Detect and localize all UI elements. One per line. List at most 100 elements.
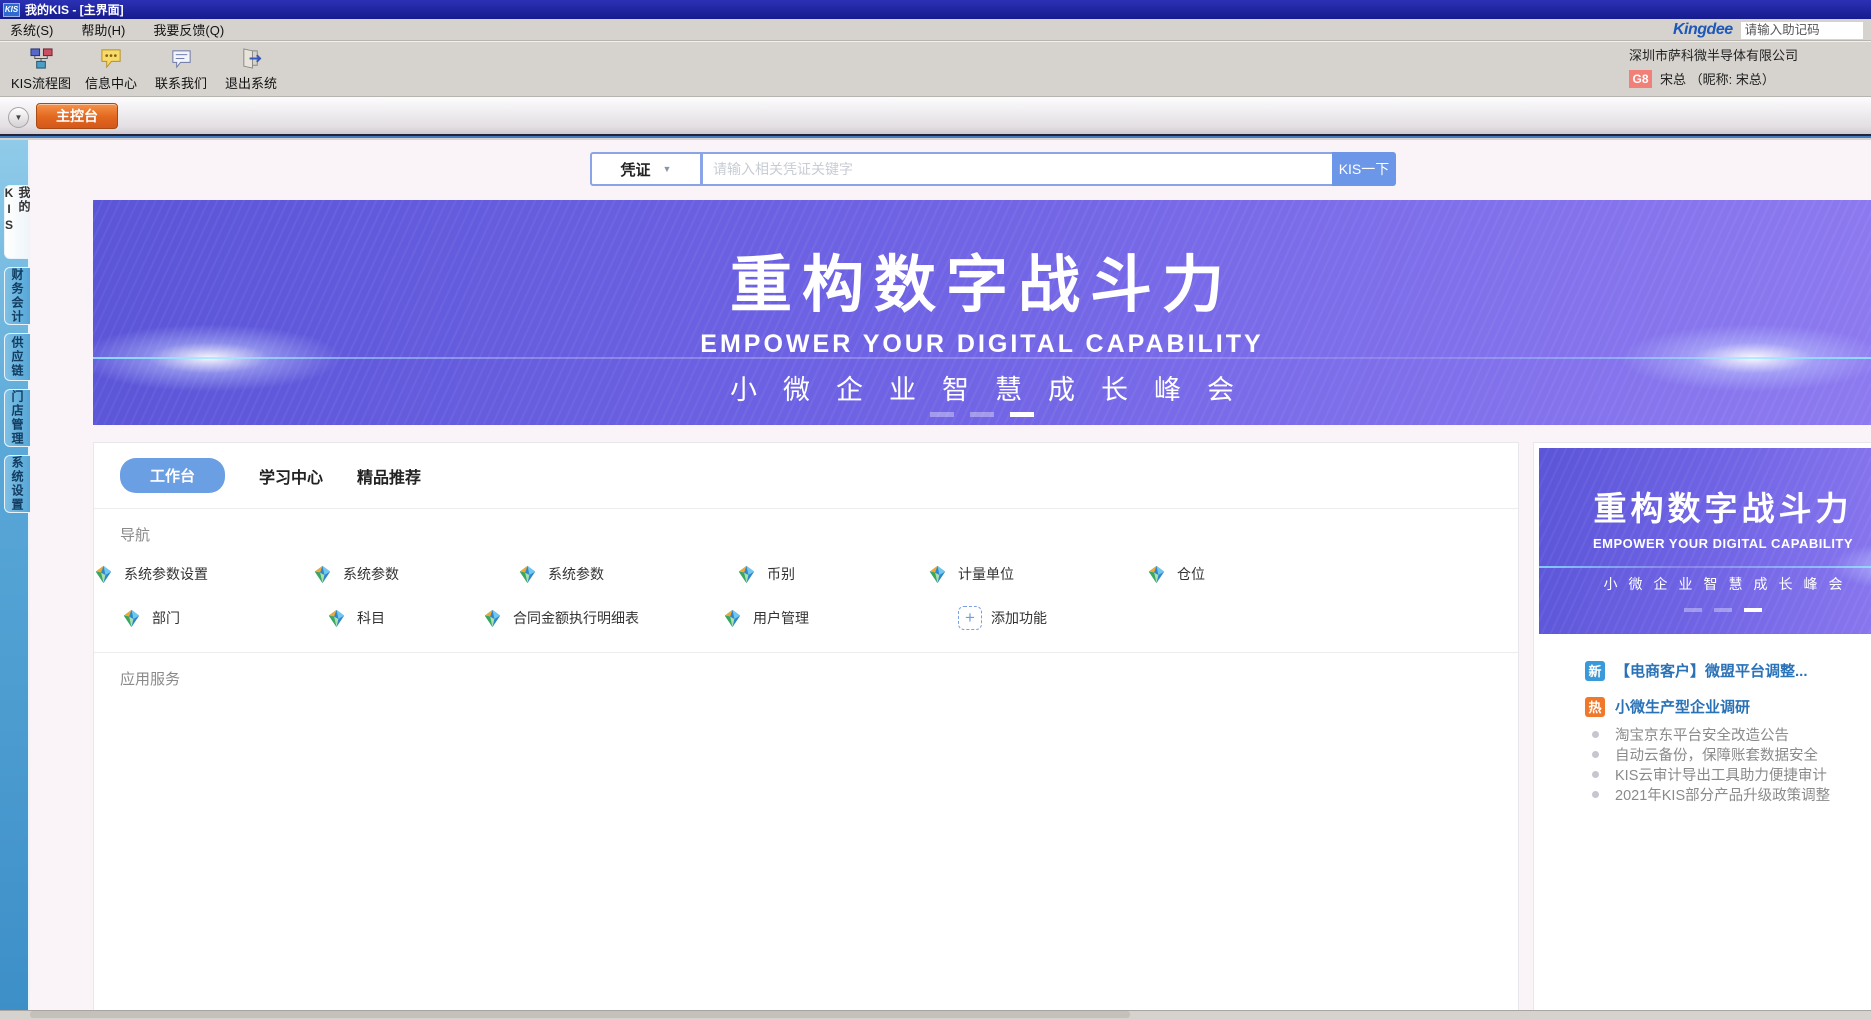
tab-console[interactable]: 主控台 [36,103,118,129]
flowchart-button[interactable]: KIS流程图 [6,46,76,92]
nav-item[interactable]: + 系统参数 [548,562,572,586]
news-card: 重构数字战斗力 EMPOWER YOUR DIGITAL CAPABILITY … [1533,442,1871,1010]
gem-icon [481,606,504,630]
exit-system-button[interactable]: 退出系统 [216,46,286,92]
nav-item[interactable]: + 用户管理 [753,606,777,630]
gem-icon [120,606,143,630]
news-item[interactable]: KIS云审计导出工具助力便捷审计 [1585,772,1609,777]
carousel-dot-active[interactable] [1744,608,1762,612]
account-panel: Kingdee 深圳市萨科微半导体有限公司 G8 宋总 （昵称: 宋总） [1629,20,1867,88]
tab-workbench[interactable]: 工作台 [120,458,225,493]
speech-lines-icon [169,46,193,70]
gem-icon [1145,562,1168,586]
news-item[interactable]: 淘宝京东平台安全改造公告 [1585,732,1609,737]
gem-icon [325,606,348,630]
banner-tagline: 小微企业智慧成长峰会 [1539,574,1871,594]
carousel-dot[interactable] [930,412,954,417]
search-input[interactable] [702,152,1332,186]
carousel-dot-active[interactable] [1010,412,1034,417]
banner-title: 重构数字战斗力 [1539,482,1871,530]
nav-item[interactable]: + 系统参数 [343,562,367,586]
news-item-label: 2021年KIS部分产品升级政策调整 [1615,784,1830,805]
menu-item[interactable]: 我要反馈(Q) [153,20,224,39]
services-section-title: 应用服务 [120,668,1518,689]
carousel-dot[interactable] [1714,608,1732,612]
menu-item[interactable]: 系统(S) [10,20,53,39]
nav-item[interactable]: + 计量单位 [958,562,982,586]
nav-item-label: 系统参数 [343,564,399,584]
add-icon: + [958,606,982,630]
news-badge [1585,725,1605,745]
gem-icon [311,562,334,586]
module-sidebar: 我的KIS 财务会计 供应链 门店管理 系统设置 [0,140,30,1010]
nav-item[interactable]: + 添加功能 [958,606,1163,630]
nav-item-label: 仓位 [1177,564,1205,584]
nav-item-label: 系统参数设置 [124,564,208,584]
nav-section-title: 导航 [120,524,1518,545]
nav-item[interactable]: + 币别 [753,562,777,586]
toolbar-label: KIS流程图 [11,73,71,92]
banner-subtitle: EMPOWER YOUR DIGITAL CAPABILITY [1539,536,1871,551]
toolbar-label: 联系我们 [155,73,207,92]
nav-item[interactable]: + 合同金额执行明细表 [548,606,572,630]
carousel-dot[interactable] [970,412,994,417]
tab-learning-center[interactable]: 学习中心 [259,464,323,488]
avatar[interactable]: G8 [1629,70,1652,88]
contact-us-button[interactable]: 联系我们 [146,46,216,92]
search-category-dropdown[interactable]: 凭证 ▼ [590,152,702,186]
nav-item-label: 部门 [152,608,180,628]
nav-item-label: 科目 [357,608,385,628]
nav-item[interactable]: + 部门 [138,606,162,630]
news-item[interactable]: 新 【电商客户】微盟平台调整... [1585,660,1871,681]
banner-tagline: 小微企业智慧成长峰会 [93,368,1871,407]
workspace-tabs: 工作台 学习中心 精品推荐 [94,443,1518,493]
scrollbar-thumb[interactable] [30,1011,1130,1018]
banner-title: 重构数字战斗力 [93,234,1871,324]
news-item[interactable]: 2021年KIS部分产品升级政策调整 [1585,792,1609,797]
carousel-dot[interactable] [1684,608,1702,612]
gem-icon [92,562,115,586]
gem-icon [516,562,539,586]
news-item-label: 自动云备份，保障账套数据安全 [1615,744,1818,765]
nav-item-label: 用户管理 [753,608,809,628]
carousel-dots [93,412,1871,417]
news-banner[interactable]: 重构数字战斗力 EMPOWER YOUR DIGITAL CAPABILITY … [1539,448,1871,634]
chevron-down-icon: ▼ [15,113,23,122]
window-title: 我的KIS - [主界面] [25,1,124,18]
kingdee-logo: Kingdee [1673,21,1733,39]
info-center-button[interactable]: 信息中心 [76,46,146,92]
menu-item[interactable]: 帮助(H) [81,20,125,39]
gem-icon [721,606,744,630]
sidebar-item-my-kis[interactable]: 我的KIS [4,185,30,259]
toolbar-label: 退出系统 [225,73,277,92]
news-badge [1585,765,1605,785]
kis-search-button[interactable]: KIS一下 [1332,152,1396,186]
sidebar-item-system-settings[interactable]: 系统设置 [4,455,30,513]
flowchart-icon [29,46,53,70]
user-name: 宋总 （昵称: 宋总） [1660,69,1775,88]
search-category-label: 凭证 [621,159,651,180]
app-logo-icon: KIS [3,3,20,17]
chat-bubble-icon [99,46,123,70]
tab-list-dropdown-button[interactable]: ▼ [8,107,29,128]
news-item-label: 淘宝京东平台安全改造公告 [1615,724,1789,745]
hero-banner[interactable]: 重构数字战斗力 EMPOWER YOUR DIGITAL CAPABILITY … [93,200,1871,425]
banner-subtitle: EMPOWER YOUR DIGITAL CAPABILITY [93,330,1871,359]
news-badge: 新 [1585,661,1605,681]
sidebar-item-store-management[interactable]: 门店管理 [4,389,30,447]
toolbar-label: 信息中心 [85,73,137,92]
nav-item[interactable]: + 系统参数设置 [138,562,162,586]
mnemonic-input[interactable] [1741,22,1863,39]
sidebar-item-supply-chain[interactable]: 供应链 [4,333,30,381]
tab-recommendations[interactable]: 精品推荐 [357,464,421,488]
news-item[interactable]: 自动云备份，保障账套数据安全 [1585,752,1609,757]
nav-item[interactable]: + 仓位 [1163,562,1187,586]
banner-divider-line [1539,566,1871,568]
nav-grid: + 系统参数设置 [94,545,1518,630]
sidebar-item-finance[interactable]: 财务会计 [4,267,30,325]
menu-bar: 系统(S) 帮助(H) 我要反馈(Q) [0,19,1871,40]
nav-item[interactable]: + 科目 [343,606,367,630]
news-list: 新 【电商客户】微盟平台调整... 热 小微生产型企业调研 淘宝京东平台安全改造… [1539,634,1871,797]
news-item[interactable]: 热 小微生产型企业调研 [1585,696,1871,717]
nav-item-label: 币别 [767,564,795,584]
